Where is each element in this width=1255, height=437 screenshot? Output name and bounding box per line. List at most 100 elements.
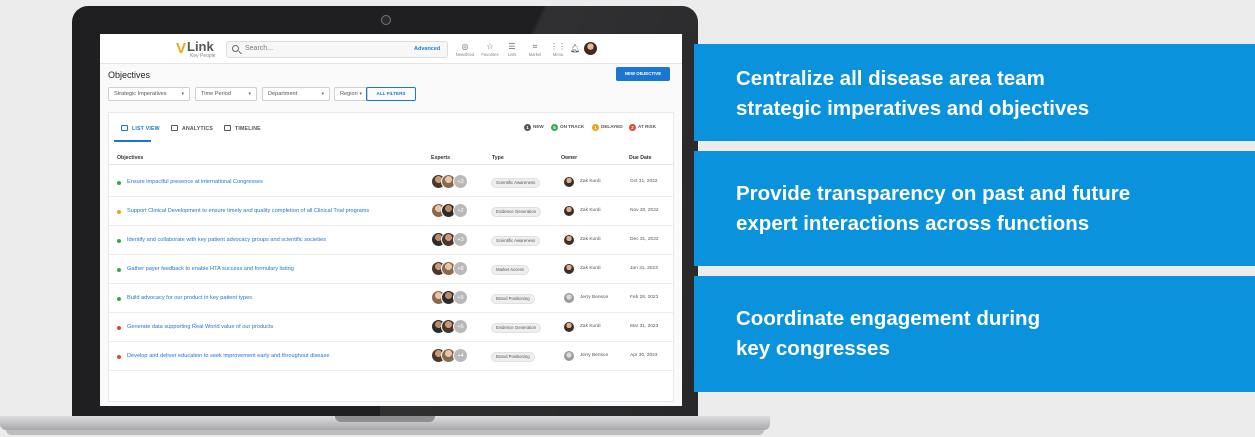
column-header: Owner bbox=[561, 155, 578, 161]
type-badge: Scientific Awareness bbox=[491, 178, 541, 188]
table-row[interactable]: Generate data supporting Real World valu… bbox=[109, 314, 673, 342]
experts-avatars[interactable]: +2 bbox=[431, 203, 491, 219]
table-header: Objectives Experts Type Owner Due Date bbox=[109, 153, 673, 165]
chevron-down-icon: ▾ bbox=[321, 91, 324, 97]
experts-avatars[interactable]: +5 bbox=[431, 319, 491, 335]
callout-line: Coordinate engagement during bbox=[736, 307, 1041, 330]
nav-lists[interactable]: ☰ Lists bbox=[500, 42, 524, 57]
more-experts-badge[interactable]: +3 bbox=[453, 174, 468, 189]
advanced-search-link[interactable]: Advanced bbox=[414, 46, 440, 52]
experts-avatars[interactable]: +4 bbox=[431, 348, 491, 364]
logo-subtitle: Key People bbox=[190, 53, 216, 59]
search-icon bbox=[232, 45, 239, 52]
objective-link[interactable]: Identify and collaborate with key patien… bbox=[127, 237, 326, 243]
favorites-icon: ☆ bbox=[486, 42, 494, 51]
status-dot bbox=[117, 355, 121, 359]
table-row[interactable]: Build advocacy for our product in key pa… bbox=[109, 285, 673, 313]
type-badge: Scientific Awareness bbox=[491, 236, 541, 246]
notifications-bell-icon[interactable]: 🔔︎ bbox=[570, 44, 580, 53]
owner-avatar bbox=[564, 351, 574, 361]
market-icon: ⌗ bbox=[532, 42, 538, 51]
column-header: Objectives bbox=[117, 155, 144, 161]
active-tab-indicator bbox=[114, 140, 151, 142]
objective-link[interactable]: Support Clinical Development to ensure t… bbox=[127, 208, 369, 214]
due-date: Nov 30, 2022 bbox=[630, 208, 659, 213]
table-row[interactable]: Develop and deliver education to seek im… bbox=[109, 343, 673, 371]
callout-coordinate: Coordinate engagement during key congres… bbox=[694, 276, 1255, 392]
table-row[interactable]: Support Clinical Development to ensure t… bbox=[109, 198, 673, 226]
status-dot bbox=[117, 268, 121, 272]
experts-avatars[interactable]: +8 bbox=[431, 261, 491, 277]
status-delayed[interactable]: 1 DELAYED bbox=[592, 124, 623, 131]
menu-icon: ⋮⋮ bbox=[550, 42, 566, 51]
list-icon bbox=[121, 125, 128, 131]
more-experts-badge[interactable]: +4 bbox=[453, 348, 468, 363]
tab-label: TIMELINE bbox=[235, 126, 261, 132]
nav-market[interactable]: ⌗ Market bbox=[523, 42, 547, 57]
nav-newsfeed[interactable]: ◎ Newsfeed bbox=[453, 42, 477, 57]
more-experts-badge[interactable]: +2 bbox=[453, 203, 468, 218]
search-placeholder: Search... bbox=[245, 45, 274, 52]
nav-favorites[interactable]: ☆ Favorites bbox=[478, 42, 502, 57]
due-date: Jan 31, 2023 bbox=[630, 266, 658, 271]
more-experts-badge[interactable]: +5 bbox=[453, 319, 468, 334]
status-new[interactable]: 1 NEW bbox=[524, 124, 544, 131]
tab-analytics[interactable]: ANALYTICS bbox=[171, 125, 213, 132]
new-objective-button[interactable]: NEW OBJECTIVE bbox=[616, 67, 670, 81]
due-date: Oct 31, 2022 bbox=[630, 179, 658, 184]
owner-name: Jerry Benson bbox=[580, 295, 609, 300]
objective-link[interactable]: Ensure impactful presence at internation… bbox=[127, 179, 263, 185]
owner-name: Jerry Benson bbox=[580, 353, 609, 358]
filter-department[interactable]: Department ▾ bbox=[262, 87, 330, 101]
more-experts-badge[interactable]: +3 bbox=[453, 232, 468, 247]
nav-menu[interactable]: ⋮⋮ Menu bbox=[546, 42, 570, 57]
laptop-shadow bbox=[6, 430, 764, 435]
status-at-risk[interactable]: 2 AT RISK bbox=[629, 124, 656, 131]
owner-name: Zak Kurdi bbox=[580, 208, 601, 213]
tab-list-view[interactable]: LIST VIEW bbox=[121, 125, 160, 132]
status-dot bbox=[117, 181, 121, 185]
tab-label: ANALYTICS bbox=[182, 126, 214, 132]
objective-link[interactable]: Build advocacy for our product in key pa… bbox=[127, 295, 252, 301]
filter-time-period[interactable]: Time Period ▾ bbox=[195, 87, 257, 101]
nav-label: Newsfeed bbox=[455, 52, 475, 57]
filter-strategic-imperatives[interactable]: Strategic Imperatives ▾ bbox=[108, 87, 190, 101]
status-on-track[interactable]: 5 ON TRACK bbox=[551, 124, 584, 131]
tab-timeline[interactable]: TIMELINE bbox=[224, 125, 261, 132]
filter-label: Strategic Imperatives bbox=[114, 91, 167, 97]
status-label: AT RISK bbox=[638, 124, 657, 129]
newsfeed-icon: ◎ bbox=[461, 42, 469, 51]
all-filters-button[interactable]: ALL FILTERS bbox=[366, 87, 416, 101]
experts-avatars[interactable]: +5 bbox=[431, 290, 491, 306]
owner-avatar bbox=[564, 264, 574, 274]
owner-avatar bbox=[564, 293, 574, 303]
callout-line: Provide transparency on past and future bbox=[736, 182, 1131, 205]
status-label: DELAYED bbox=[601, 124, 623, 129]
status-dot bbox=[117, 210, 121, 214]
objective-link[interactable]: Generate data supporting Real World valu… bbox=[127, 324, 273, 330]
column-header: Experts bbox=[431, 155, 451, 161]
objective-link[interactable]: Gather payer feedback to enable HTA succ… bbox=[127, 266, 294, 272]
table-row[interactable]: Identify and collaborate with key patien… bbox=[109, 227, 673, 255]
lists-icon: ☰ bbox=[508, 42, 516, 51]
type-badge: Brand Positioning bbox=[491, 294, 535, 304]
owner-avatar bbox=[564, 206, 574, 216]
more-experts-badge[interactable]: +5 bbox=[453, 290, 468, 305]
status-dot bbox=[117, 326, 121, 330]
due-date: Dec 31, 2022 bbox=[630, 237, 659, 242]
more-experts-badge[interactable]: +8 bbox=[453, 261, 468, 276]
objective-link[interactable]: Develop and deliver education to seek im… bbox=[127, 353, 329, 359]
type-badge: Market Access bbox=[491, 265, 529, 275]
experts-avatars[interactable]: +3 bbox=[431, 174, 491, 190]
owner-avatar bbox=[564, 322, 574, 332]
table-row[interactable]: Ensure impactful presence at internation… bbox=[109, 169, 673, 197]
user-avatar[interactable] bbox=[584, 42, 597, 55]
status-count: 2 bbox=[629, 124, 636, 131]
nav-label: Lists bbox=[507, 52, 517, 57]
experts-avatars[interactable]: +3 bbox=[431, 232, 491, 248]
nav-label: Favorites bbox=[481, 52, 499, 57]
filter-region[interactable]: Region ▾ bbox=[334, 87, 368, 101]
logo-name: Link bbox=[187, 39, 214, 54]
page-title: Objectives bbox=[108, 70, 151, 80]
table-row[interactable]: Gather payer feedback to enable HTA succ… bbox=[109, 256, 673, 284]
